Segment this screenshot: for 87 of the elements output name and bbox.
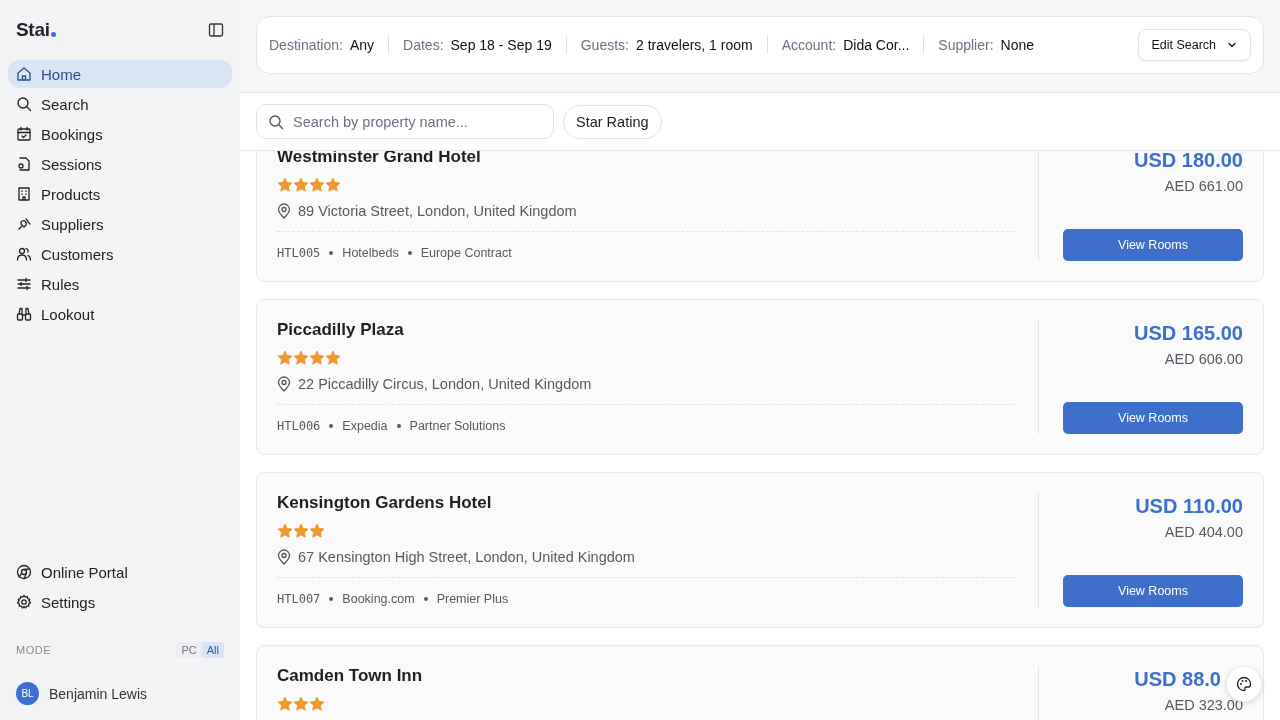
converted-price: AED 323.00	[1164, 697, 1243, 713]
star-icon	[309, 177, 325, 193]
brand-logo: Stai	[16, 19, 50, 41]
hotel-name: Kensington Gardens Hotel	[277, 493, 493, 513]
star-rating-button[interactable]: Star Rating	[563, 104, 662, 139]
supplier-name: Hotelbeds	[342, 246, 399, 260]
summary-value: Any	[349, 37, 375, 53]
price: USD 110.00	[1135, 495, 1243, 518]
gear-icon	[16, 594, 32, 610]
summary-label: Account:	[781, 37, 837, 53]
sidebar-item[interactable]: Online Portal	[8, 558, 232, 586]
view-rooms-button[interactable]: View Rooms	[1063, 229, 1243, 261]
sidebar-item[interactable]: Rules	[8, 270, 232, 298]
sidebar-item[interactable]: Home	[8, 60, 232, 88]
hotel-code: HTL005	[277, 246, 321, 260]
sidebar-item[interactable]: Sessions	[8, 150, 232, 178]
sidebar-item[interactable]: Customers	[8, 240, 232, 268]
mode-option[interactable]: PC	[176, 642, 202, 658]
star-icon	[293, 177, 309, 193]
binoculars-icon	[16, 306, 32, 322]
star-icon	[309, 696, 325, 712]
summary-label: Destination:	[269, 37, 343, 53]
mode-label: MODE	[16, 644, 51, 656]
star-icon	[293, 523, 309, 539]
star-icon	[309, 523, 325, 539]
plug-icon	[16, 216, 32, 232]
hotel-address: 22 Piccadilly Circus, London, United Kingdom	[298, 376, 592, 392]
building-icon	[16, 186, 32, 202]
search-field[interactable]: Search by property name...	[256, 104, 554, 139]
view-rooms-button[interactable]: View Rooms	[1063, 575, 1243, 607]
price: USD 88.0	[1134, 668, 1221, 691]
supplier-name: Booking.com	[342, 592, 415, 606]
sidebar-toggle-icon[interactable]	[208, 22, 224, 38]
mode-option[interactable]: All	[201, 642, 224, 658]
sidebar-item[interactable]: Suppliers	[8, 210, 232, 238]
hotel-code: HTL006	[277, 419, 321, 433]
hotel-address: 89 Victoria Street, London, United Kingdom	[298, 203, 577, 219]
view-rooms-button[interactable]: View Rooms	[1063, 402, 1243, 434]
star-icon	[277, 696, 293, 712]
sliders-icon	[16, 276, 32, 292]
edit-search-button[interactable]: Edit Search	[1138, 29, 1251, 61]
star-icon	[293, 696, 309, 712]
hotel-name: Piccadilly Plaza	[277, 320, 405, 340]
star-icon	[325, 177, 341, 193]
sidebar-item[interactable]: Products	[8, 180, 232, 208]
converted-price: AED 661.00	[1164, 178, 1243, 194]
search-icon	[16, 96, 32, 112]
brand-dot-icon	[50, 32, 56, 37]
hotel-code: HTL007	[277, 592, 321, 606]
star-icon	[309, 350, 325, 366]
sidebar-item[interactable]: Search	[8, 90, 232, 118]
summary-label: Dates:	[403, 37, 444, 53]
summary-value: Dida Cor...	[843, 37, 910, 53]
calendar-icon	[16, 126, 32, 142]
sidebar-item[interactable]: Bookings	[8, 120, 232, 148]
summary-value: 2 travelers, 1 room	[635, 37, 753, 53]
summary-value: None	[1000, 37, 1035, 53]
palette-icon	[1236, 676, 1252, 692]
globe-icon	[16, 564, 32, 580]
converted-price: AED 404.00	[1164, 524, 1243, 540]
price: USD 180.00	[1134, 151, 1243, 172]
price: USD 165.00	[1134, 322, 1243, 345]
location-pin-icon	[277, 376, 291, 392]
user-avatar[interactable]: BL	[16, 682, 39, 705]
star-icon	[277, 350, 293, 366]
home-icon	[16, 66, 32, 82]
summary-value: Sep 18 - Sep 19	[450, 37, 552, 53]
supplier-name: Expedia	[342, 419, 388, 433]
star-icon	[277, 177, 293, 193]
contract-name: Premier Plus	[436, 592, 509, 606]
user-name: Benjamin Lewis	[49, 685, 148, 702]
summary-label: Supplier:	[938, 37, 994, 53]
star-icon	[293, 350, 309, 366]
converted-price: AED 606.00	[1164, 351, 1243, 367]
hotel-name: Camden Town Inn	[277, 666, 424, 686]
location-pin-icon	[277, 549, 291, 565]
sidebar-item[interactable]: Lookout	[8, 300, 232, 328]
users-icon	[16, 246, 32, 262]
location-pin-icon	[277, 203, 291, 219]
star-icon	[325, 350, 341, 366]
summary-label: Guests:	[580, 37, 629, 53]
hotel-address: 67 Kensington High Street, London, United Kingdom	[298, 549, 635, 565]
sidebar-item[interactable]: Settings	[8, 588, 232, 616]
contract-name: Europe Contract	[420, 246, 512, 260]
contract-name: Partner Solutions	[409, 419, 506, 433]
file-icon	[16, 156, 32, 172]
star-icon	[277, 523, 293, 539]
